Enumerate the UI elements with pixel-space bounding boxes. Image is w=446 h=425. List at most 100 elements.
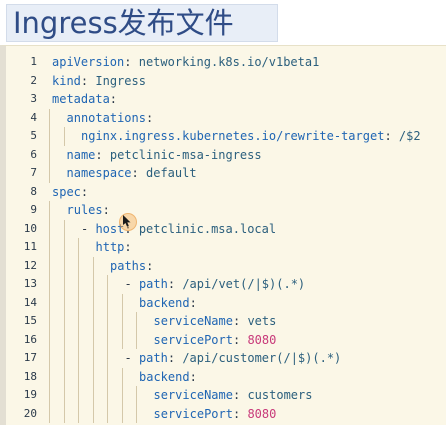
indent-guide (92, 404, 94, 423)
code-text: metadata: (52, 90, 117, 109)
indent-guide (63, 367, 65, 386)
indent-guide (92, 330, 94, 349)
indent-guide (107, 386, 108, 405)
line-number: 7 (30, 166, 37, 179)
yaml-value: 8080 (247, 332, 277, 347)
yaml-colon: : (124, 221, 132, 236)
code-text: backend: (139, 294, 197, 313)
indent-guide (92, 386, 94, 405)
code-text: nginx.ingress.kubernetes.io/rewrite-targ… (81, 127, 421, 146)
slide-title: Ingress发布文件 (6, 4, 278, 42)
code-text: kind: Ingress (52, 72, 146, 91)
yaml-value: customers (247, 388, 313, 402)
code-line: 13 - path: /api/vet(/|$)(.*) (6, 275, 446, 294)
indent-guide (63, 404, 65, 423)
code-text: name: petclinic-msa-ingress (67, 146, 262, 165)
indent-guide (107, 367, 108, 386)
indent-guide (107, 312, 108, 331)
yaml-key: apiVersion (52, 55, 125, 69)
yaml-key: path (138, 351, 168, 365)
yaml-key: serviceName (153, 314, 233, 328)
indent-guide (78, 367, 79, 386)
yaml-key: annotations (66, 110, 146, 125)
code-line: 12 paths: (6, 256, 446, 275)
indent-guide (63, 330, 65, 349)
indent-guide (136, 312, 137, 331)
yaml-key: serviceName (153, 388, 233, 402)
line-number: 5 (30, 129, 37, 142)
yaml-value: default (146, 166, 197, 180)
indent-guide (136, 386, 137, 405)
code-line: 15 serviceName: vets (6, 312, 446, 331)
indent-guide (49, 312, 50, 331)
code-editor: 1 apiVersion: networking.k8s.io/v1beta1 2 k… (0, 45, 446, 425)
indent-guide (63, 219, 65, 238)
yaml-key: backend (139, 295, 190, 310)
code-text: serviceName: customers (154, 386, 313, 405)
code-line: 7 namespace: default (6, 164, 446, 183)
indent-guide (63, 293, 65, 312)
yaml-colon: : (146, 258, 154, 273)
indent-guide (78, 349, 79, 368)
code-text: annotations: (67, 109, 154, 128)
indent-guide (63, 386, 65, 405)
yaml-key: metadata (52, 92, 110, 106)
indent-guide (107, 293, 108, 312)
yaml-value: petclinic.msa.local (138, 221, 277, 236)
code-line: 11 http: (6, 238, 446, 257)
indent-guide (49, 256, 50, 275)
indent-guide (107, 404, 108, 423)
line-number: 6 (30, 147, 37, 161)
code-text: namespace: default (67, 164, 197, 183)
indent-guide (63, 256, 65, 275)
indent-guide (78, 293, 79, 312)
yaml-value: Ingress (95, 73, 146, 88)
indent-guide (107, 349, 108, 368)
code-line: 17 - path: /api/customer(/|$)(.*) (6, 349, 446, 368)
indent-guide (49, 349, 50, 368)
yaml-value: /api/customer(/|$)(.*) (182, 351, 342, 365)
yaml-colon: : (80, 73, 89, 88)
line-number: 9 (30, 203, 37, 216)
indent-guide (92, 349, 94, 368)
indent-guide (92, 312, 94, 331)
code-text: rules: (67, 201, 110, 220)
code-line: 19 serviceName: customers (6, 386, 446, 405)
code-line: 20 servicePort: 8080 (6, 404, 446, 424)
yaml-colon: : (232, 406, 241, 421)
code-line: 14 backend: (6, 293, 446, 313)
code-text: spec: (52, 183, 88, 202)
indent-guide (78, 404, 79, 423)
yaml-colon: : (145, 110, 154, 125)
code-line: 6 name: petclinic-msa-ingress (6, 145, 446, 165)
yaml-key: name (66, 147, 96, 162)
yaml-value: vets (247, 314, 277, 328)
yaml-colon: : (189, 295, 197, 310)
code-line: 18 backend: (6, 367, 446, 387)
yaml-key: namespace (66, 166, 132, 180)
indent-guide (92, 275, 94, 294)
yaml-key: rules (66, 203, 103, 217)
code-text: backend: (139, 368, 197, 387)
indent-guide (49, 275, 50, 294)
indent-guide (121, 367, 123, 386)
indent-guide (78, 386, 79, 405)
indent-guide (63, 349, 65, 368)
code-text: servicePort: 8080 (154, 405, 277, 424)
indent-guide (49, 145, 50, 164)
yaml-value: networking.k8s.io/v1beta1 (138, 55, 320, 69)
yaml-key: path (138, 277, 168, 291)
list-dash: - (124, 351, 139, 365)
line-number: 13 (23, 277, 37, 290)
code-line: 2 kind: Ingress (6, 72, 446, 91)
yaml-colon: : (384, 129, 392, 143)
line-number: 3 (30, 92, 37, 105)
yaml-colon: : (189, 369, 197, 384)
indent-guide (78, 275, 79, 294)
yaml-key: nginx.ingress.kubernetes.io/rewrite-targ… (81, 129, 385, 143)
indent-guide (63, 238, 65, 257)
list-dash: - (124, 277, 139, 291)
yaml-colon: : (80, 184, 89, 199)
indent-guide (136, 330, 137, 349)
yaml-value: /$2 (398, 129, 421, 143)
